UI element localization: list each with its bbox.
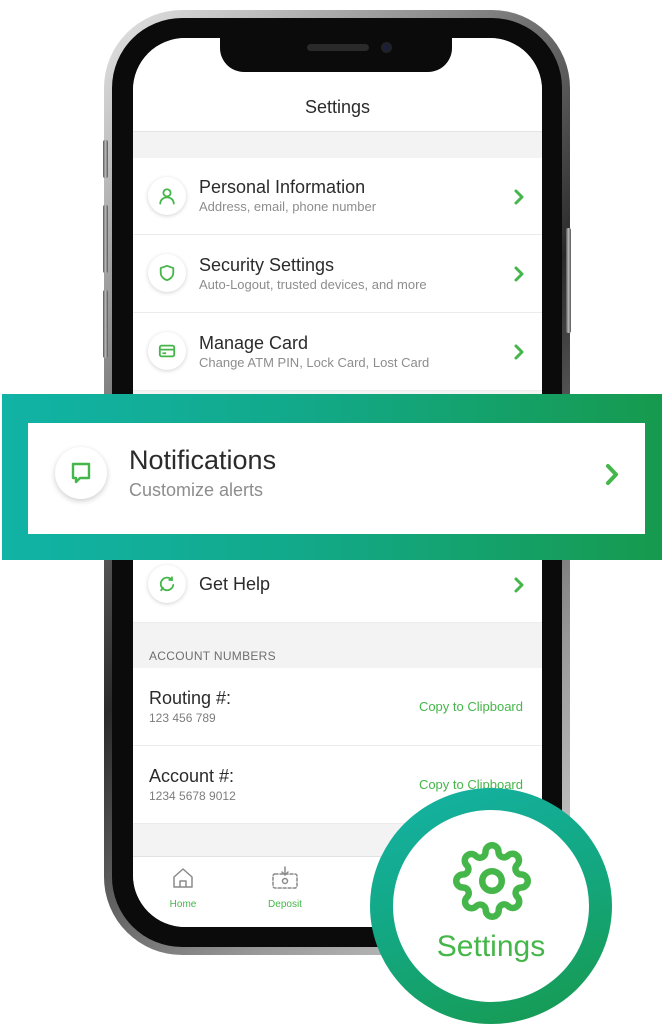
page-title: Settings	[304, 97, 371, 117]
chevron-right-icon	[514, 266, 524, 282]
menu-item-subtitle: Auto-Logout, trusted devices, and more	[199, 277, 427, 292]
notifications-title: Notifications	[129, 445, 277, 475]
chevron-right-icon	[514, 577, 524, 593]
person-icon	[148, 177, 186, 215]
menu-item-manage-card[interactable]: Manage Card Change ATM PIN, Lock Card, L…	[133, 313, 542, 391]
menu-item-title: Get Help	[199, 574, 271, 594]
menu-item-title: Security Settings	[199, 255, 335, 275]
front-camera	[381, 42, 392, 53]
tab-label: Home	[169, 899, 197, 910]
account-row-label: Account #:	[149, 766, 235, 786]
menu-item-personal-information[interactable]: Personal Information Address, email, pho…	[133, 158, 542, 235]
account-row-routing: Routing #: 123 456 789 Copy to Clipboard	[133, 668, 542, 746]
menu-item-security-settings[interactable]: Security Settings Auto-Logout, trusted d…	[133, 235, 542, 313]
chevron-right-icon	[606, 464, 618, 485]
help-chat-icon	[148, 565, 186, 603]
power-button	[566, 228, 571, 333]
speaker-grille	[307, 44, 369, 51]
chevron-right-icon	[514, 189, 524, 205]
menu-item-subtitle: Change ATM PIN, Lock Card, Lost Card	[199, 355, 430, 370]
gear-icon	[453, 842, 531, 920]
home-icon	[173, 868, 193, 888]
menu-item-title: Manage Card	[199, 333, 309, 353]
volume-up-button	[103, 205, 108, 273]
chevron-right-icon	[514, 344, 524, 360]
tab-home[interactable]: Home	[143, 865, 223, 910]
shield-icon	[148, 254, 186, 292]
mute-switch	[103, 140, 108, 178]
menu-item-title: Personal Information	[199, 177, 366, 197]
tab-label: Deposit	[268, 899, 302, 910]
settings-badge-label: Settings	[436, 930, 546, 963]
tab-deposit[interactable]: Deposit	[245, 865, 325, 910]
deposit-icon	[272, 866, 298, 889]
notifications-subtitle: Customize alerts	[129, 480, 264, 500]
phone-notch	[220, 30, 452, 72]
copy-to-clipboard-button[interactable]: Copy to Clipboard	[419, 699, 523, 714]
volume-down-button	[103, 290, 108, 358]
chat-bubble-icon	[55, 447, 107, 499]
account-row-value: 1234 5678 9012	[149, 789, 236, 803]
section-header-account-numbers: ACCOUNT NUMBERS	[149, 649, 276, 663]
account-row-label: Routing #:	[149, 688, 232, 708]
menu-item-notifications[interactable]	[28, 423, 645, 534]
menu-item-subtitle: Address, email, phone number	[199, 199, 377, 214]
account-row-value: 123 456 789	[149, 711, 216, 725]
credit-card-icon	[148, 332, 186, 370]
